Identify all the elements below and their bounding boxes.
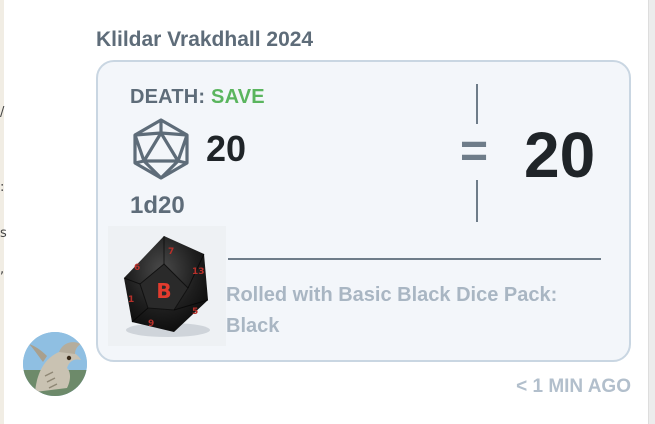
- roll-type-separator: :: [198, 86, 206, 108]
- message-author: Klildar Vrakdhall 2024: [96, 28, 314, 51]
- svg-text:7: 7: [168, 247, 174, 257]
- background-glyph: :: [0, 180, 5, 195]
- background-glyph: ,: [0, 262, 5, 277]
- svg-text:9: 9: [148, 319, 154, 329]
- equals-sign: =: [460, 125, 489, 178]
- svg-text:5: 5: [192, 307, 198, 317]
- section-divider: [228, 258, 601, 260]
- background-glyph: /: [0, 105, 5, 120]
- svg-text:6: 6: [134, 263, 140, 273]
- background-strip: [0, 0, 4, 424]
- dice-pack-caption: Rolled with Basic Black Dice Pack: Black: [226, 284, 558, 337]
- message-timestamp: < 1 MIN AGO: [516, 376, 631, 397]
- svg-text:1: 1: [128, 295, 134, 305]
- background-glyph: s: [0, 226, 7, 241]
- dice-pack-image: 7 13 6 5 9 1 B: [108, 226, 226, 346]
- d20-icon: [133, 118, 189, 180]
- die-face-letter: B: [156, 279, 171, 303]
- user-avatar[interactable]: [23, 332, 87, 396]
- roll-type-label: DEATH: SAVE: [130, 86, 265, 109]
- roll-type: DEATH: [130, 86, 199, 108]
- roll-result-label: SAVE: [211, 86, 265, 108]
- roll-total: 20: [524, 119, 596, 191]
- scrollbar-track[interactable]: [648, 0, 655, 424]
- divider-top: [476, 84, 478, 124]
- die-value: 20: [206, 128, 247, 169]
- dice-notation: 1d20: [130, 192, 185, 219]
- divider-bottom: [476, 180, 478, 222]
- roll-card: DEATH: SAVE 20 1d20 = 20 7 13 6 5 9 1 B …: [96, 60, 631, 362]
- svg-text:13: 13: [192, 267, 205, 277]
